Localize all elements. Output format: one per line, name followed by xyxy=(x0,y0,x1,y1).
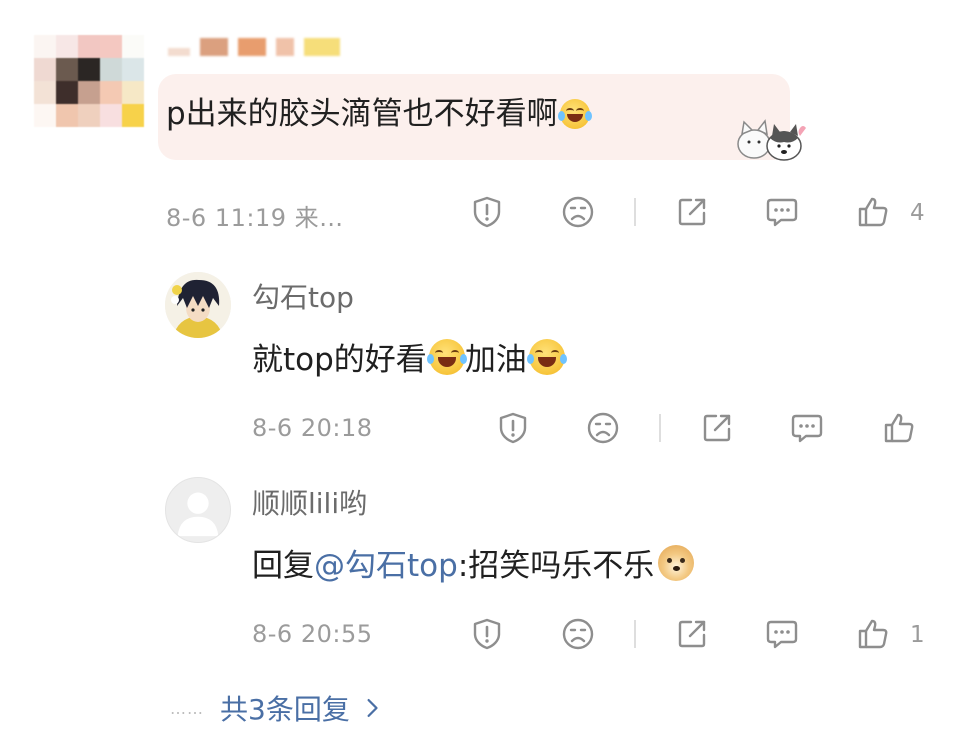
like-icon[interactable] xyxy=(855,194,891,230)
reply-body: :招笑吗乐不乐 xyxy=(457,548,655,584)
reply-meta: 8-6 20:18 xyxy=(252,414,373,442)
action-divider xyxy=(659,414,661,442)
avatar[interactable] xyxy=(165,272,231,338)
avatar[interactable] xyxy=(165,477,231,543)
like-icon[interactable] xyxy=(881,410,917,446)
cat-dog-sticker-icon xyxy=(732,108,808,166)
share-icon[interactable] xyxy=(674,194,710,230)
reply-body-suffix: 加油 xyxy=(464,342,527,378)
comment-body: p出来的胶头滴管也不好看啊 xyxy=(166,96,558,132)
chevron-right-icon xyxy=(366,697,380,719)
reply-text: 回复 @勾石top :招笑吗乐不乐 xyxy=(252,540,695,585)
share-icon[interactable] xyxy=(674,616,710,652)
username[interactable]: 顺顺lili哟 xyxy=(252,482,367,522)
dislike-face-icon[interactable] xyxy=(560,194,596,230)
reply-prefix: 回复 xyxy=(252,548,314,584)
comment-icon[interactable] xyxy=(789,410,825,446)
action-divider xyxy=(634,198,636,226)
comment-icon[interactable] xyxy=(764,616,800,652)
report-icon[interactable] xyxy=(469,194,505,230)
username-blurred[interactable] xyxy=(168,34,368,56)
username[interactable]: 勾石top xyxy=(252,276,354,316)
reply-text: 就top的好看 加油 xyxy=(252,334,567,379)
share-icon[interactable] xyxy=(699,410,735,446)
comment-text: p出来的胶头滴管也不好看啊 xyxy=(166,86,592,142)
laugh-cry-emoji-icon xyxy=(557,99,592,129)
laugh-cry-emoji-icon xyxy=(426,338,467,375)
dislike-face-icon[interactable] xyxy=(560,616,596,652)
dislike-face-icon[interactable] xyxy=(585,410,621,446)
view-more-replies-link[interactable]: …… 共3条回复 xyxy=(170,688,380,728)
avatar[interactable] xyxy=(34,35,144,127)
like-icon[interactable] xyxy=(855,616,891,652)
report-icon[interactable] xyxy=(469,616,505,652)
comment-icon[interactable] xyxy=(764,194,800,230)
like-count: 4 xyxy=(910,200,925,226)
comment-meta: 8-6 11:19 来… xyxy=(166,204,344,232)
report-icon[interactable] xyxy=(495,410,531,446)
doge-emoji-icon xyxy=(658,544,695,581)
reply-meta: 8-6 20:55 xyxy=(252,620,373,648)
more-replies-label: 共3条回复 xyxy=(220,693,350,726)
action-divider xyxy=(634,620,636,648)
laugh-cry-emoji-icon xyxy=(526,338,567,375)
dots: …… xyxy=(170,698,204,718)
mention-link[interactable]: @勾石top xyxy=(314,540,458,585)
reply-body: 就top的好看 xyxy=(252,342,427,378)
like-count: 1 xyxy=(910,622,925,648)
